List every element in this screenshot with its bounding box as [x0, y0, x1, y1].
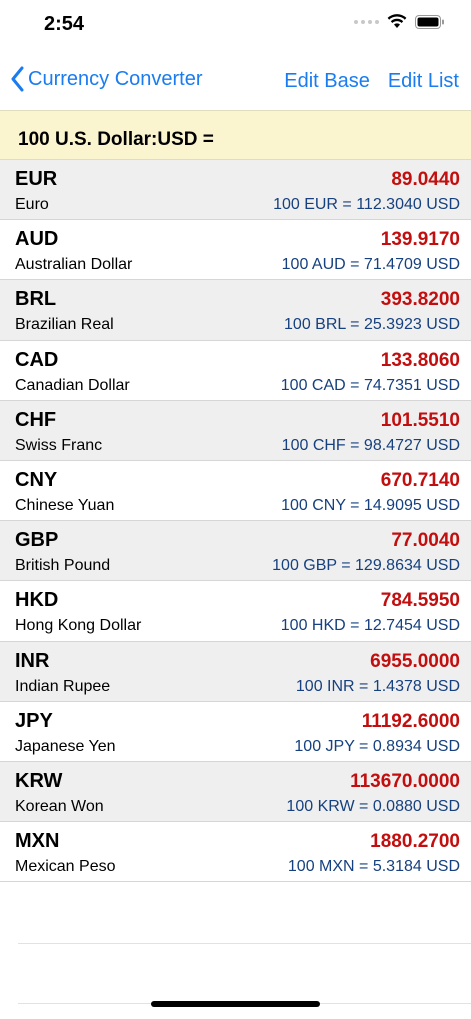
currency-code: INR: [15, 649, 50, 672]
base-currency-header[interactable]: 100 U.S. Dollar:USD =: [0, 110, 471, 160]
back-button[interactable]: Currency Converter: [10, 66, 203, 92]
converted-value: 89.0440: [391, 169, 460, 190]
currency-name: Indian Rupee: [15, 677, 111, 695]
status-bar: 2:54: [0, 0, 471, 50]
rate-row-gbp[interactable]: GBP British Pound 77.0040 100 GBP = 129.…: [0, 521, 471, 582]
chevron-left-icon: [11, 66, 24, 92]
currency-name: Swiss Franc: [15, 436, 103, 454]
currency-name: British Pound: [15, 557, 111, 575]
inverse-rate: 100 CNY = 14.9095 USD: [281, 496, 460, 514]
wifi-icon: [387, 14, 407, 28]
rate-row-chf[interactable]: CHF Swiss Franc 101.5510 100 CHF = 98.47…: [0, 400, 471, 461]
empty-row-separator: [18, 943, 471, 944]
rate-row-jpy[interactable]: JPY Japanese Yen 11192.6000 100 JPY = 0.…: [0, 701, 471, 762]
rate-row-hkd[interactable]: HKD Hong Kong Dollar 784.5950 100 HKD = …: [0, 581, 471, 642]
rate-row-inr[interactable]: INR Indian Rupee 6955.0000 100 INR = 1.4…: [0, 641, 471, 702]
rate-row-cad[interactable]: CAD Canadian Dollar 133.8060 100 CAD = 7…: [0, 340, 471, 401]
battery-icon: [415, 14, 444, 29]
rate-row-cny[interactable]: CNY Chinese Yuan 670.7140 100 CNY = 14.9…: [0, 460, 471, 522]
currency-name: Japanese Yen: [15, 737, 116, 755]
currency-name: Korean Won: [15, 797, 104, 815]
inverse-rate: 100 AUD = 71.4709 USD: [281, 256, 460, 274]
converted-value: 77.0040: [391, 530, 460, 552]
rate-row-eur[interactable]: EUR Euro 89.0440 100 EUR = 112.3040 USD: [0, 160, 471, 221]
currency-code: MXN: [15, 830, 60, 853]
rate-row-krw[interactable]: KRW Korean Won 113670.0000 100 KRW = 0.0…: [0, 761, 471, 823]
home-indicator[interactable]: [151, 1001, 320, 1007]
rate-row-brl[interactable]: BRL Brazilian Real 393.8200 100 BRL = 25…: [0, 280, 471, 341]
rate-row-aud[interactable]: AUD Australian Dollar 139.9170 100 AUD =…: [0, 220, 471, 281]
currency-code: KRW: [15, 769, 63, 792]
currency-name: Euro: [15, 196, 49, 213]
currency-code: AUD: [15, 228, 59, 251]
currency-code: HKD: [15, 589, 59, 612]
nav-actions: Edit Base Edit List: [284, 70, 459, 93]
currency-code: JPY: [15, 709, 53, 732]
rate-row-mxn[interactable]: MXN Mexican Peso 1880.2700 100 MXN = 5.3…: [0, 822, 471, 883]
inverse-rate: 100 GBP = 129.8634 USD: [272, 557, 460, 575]
currency-name: Hong Kong Dollar: [15, 617, 142, 635]
rate-list: EUR Euro 89.0440 100 EUR = 112.3040 USD …: [0, 160, 471, 883]
inverse-rate: 100 MXN = 5.3184 USD: [287, 858, 460, 876]
currency-code: CAD: [15, 348, 59, 371]
converted-value: 784.5950: [380, 590, 460, 612]
inverse-rate: 100 KRW = 0.0880 USD: [286, 797, 460, 815]
currency-code: CNY: [15, 468, 58, 491]
currency-code: GBP: [15, 529, 59, 552]
converted-value: 1880.2700: [370, 831, 460, 853]
edit-list-button[interactable]: Edit List: [388, 70, 459, 93]
currency-name: Australian Dollar: [15, 256, 133, 274]
converted-value: 393.8200: [380, 289, 460, 311]
converted-value: 11192.6000: [361, 710, 460, 732]
currency-code: EUR: [15, 168, 58, 190]
status-icons: [354, 14, 445, 29]
inverse-rate: 100 JPY = 0.8934 USD: [294, 737, 460, 755]
back-button-label: Currency Converter: [28, 67, 203, 90]
currency-code: CHF: [15, 408, 57, 431]
converted-value: 6955.0000: [370, 650, 460, 672]
inverse-rate: 100 CAD = 74.7351 USD: [280, 376, 460, 394]
navigation-bar: Currency Converter Edit Base Edit List: [0, 62, 471, 106]
inverse-rate: 100 HKD = 12.7454 USD: [280, 617, 460, 635]
inverse-rate: 100 BRL = 25.3923 USD: [284, 316, 460, 334]
inverse-rate: 100 EUR = 112.3040 USD: [273, 196, 460, 213]
currency-name: Mexican Peso: [15, 858, 116, 876]
converted-value: 670.7140: [380, 469, 460, 491]
converted-value: 139.9170: [380, 229, 460, 251]
inverse-rate: 100 CHF = 98.4727 USD: [281, 436, 460, 454]
converted-value: 133.8060: [380, 349, 460, 371]
converted-value: 113670.0000: [350, 770, 460, 792]
currency-code: BRL: [15, 288, 57, 311]
currency-name: Canadian Dollar: [15, 376, 130, 394]
inverse-rate: 100 INR = 1.4378 USD: [295, 677, 460, 695]
converted-value: 101.5510: [380, 409, 460, 431]
cellular-signal-icon: [354, 19, 379, 24]
edit-base-button[interactable]: Edit Base: [284, 70, 370, 93]
status-time: 2:54: [44, 13, 85, 35]
base-currency-label: 100 U.S. Dollar:USD =: [18, 129, 214, 150]
currency-name: Brazilian Real: [15, 316, 114, 334]
currency-name: Chinese Yuan: [15, 496, 115, 514]
